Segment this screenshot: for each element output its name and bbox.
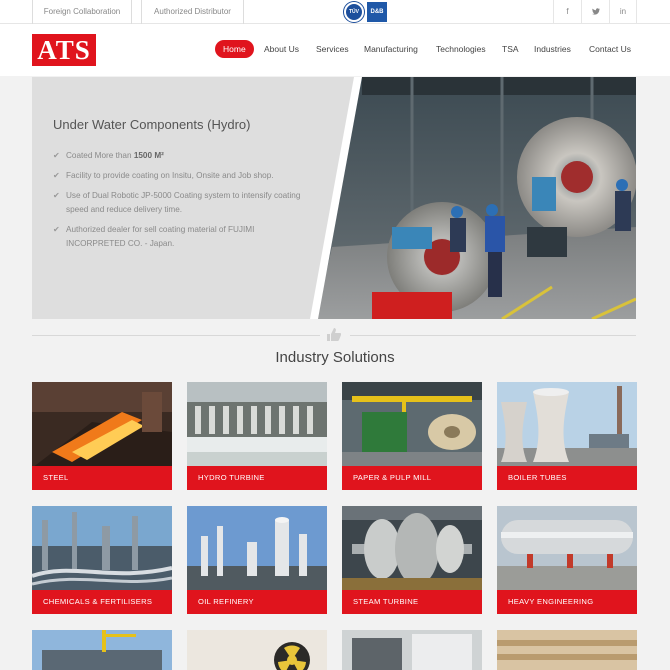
hero-bullet: ✔ Facility to provide coating on Insitu, … bbox=[53, 169, 313, 183]
hero-slider: Under Water Components (Hydro) ✔ Coated M… bbox=[32, 77, 636, 319]
steel-image bbox=[32, 382, 172, 468]
corrugated-image bbox=[497, 630, 637, 670]
nav-contact-us[interactable]: Contact Us bbox=[589, 40, 631, 58]
linkedin-icon[interactable]: in bbox=[609, 0, 637, 24]
section-divider-right bbox=[350, 335, 636, 336]
industry-tile-hydro-turbine[interactable]: HYDRO TURBINE bbox=[187, 382, 327, 490]
check-icon: ✔ bbox=[53, 225, 60, 234]
industry-tile-partial[interactable] bbox=[187, 630, 327, 670]
industry-label: STEAM TURBINE bbox=[342, 590, 482, 614]
machinery-image bbox=[342, 630, 482, 670]
hero-title: Under Water Components (Hydro) bbox=[53, 117, 251, 132]
thumbs-up-icon bbox=[326, 328, 342, 342]
industry-tile-partial[interactable] bbox=[32, 630, 172, 670]
industry-tile-steel[interactable]: STEEL bbox=[32, 382, 172, 490]
industry-label: PAPER & PULP MILL bbox=[342, 466, 482, 490]
industry-tile-oil-refinery[interactable]: OIL REFINERY bbox=[187, 506, 327, 614]
ats-logo[interactable]: ATS bbox=[32, 34, 96, 66]
offshore-rig-image bbox=[32, 630, 172, 670]
check-icon: ✔ bbox=[53, 171, 60, 180]
industry-tile-heavy-engineering[interactable]: HEAVY ENGINEERING bbox=[497, 506, 637, 614]
steam-turbine-image bbox=[342, 506, 482, 592]
nav-tsa[interactable]: TSA bbox=[502, 40, 519, 58]
hero-bullet: ✔ Coated More than 1500 M² bbox=[53, 149, 313, 163]
industry-tile-partial[interactable] bbox=[342, 630, 482, 670]
industry-label: BOILER TUBES bbox=[497, 466, 637, 490]
nav-industries[interactable]: Industries bbox=[534, 40, 571, 58]
check-icon: ✔ bbox=[53, 191, 60, 200]
chemical-plant-image bbox=[32, 506, 172, 592]
heavy-engineering-image bbox=[497, 506, 637, 592]
hero-bullet-list: ✔ Coated More than 1500 M² ✔ Facility to p… bbox=[53, 149, 313, 257]
nav-services[interactable]: Services bbox=[316, 40, 349, 58]
industry-tile-paper-pulp-mill[interactable]: PAPER & PULP MILL bbox=[342, 382, 482, 490]
paper-mill-image bbox=[342, 382, 482, 468]
site-header: ATS Home About Us Services Manufacturing… bbox=[0, 24, 670, 76]
industry-tile-steam-turbine[interactable]: STEAM TURBINE bbox=[342, 506, 482, 614]
facebook-icon[interactable]: f bbox=[553, 0, 581, 24]
nav-about-us[interactable]: About Us bbox=[264, 40, 299, 58]
industry-label: HEAVY ENGINEERING bbox=[497, 590, 637, 614]
hero-bullet: ✔ Authorized dealer for sell coating mate… bbox=[53, 225, 255, 248]
hero-bullet: ✔ Use of Dual Robotic JP-5000 Coating sys… bbox=[53, 191, 301, 214]
industry-tile-partial[interactable] bbox=[497, 630, 637, 670]
nuclear-image bbox=[187, 630, 327, 670]
industry-label: CHEMICALS & FERTILISERS bbox=[32, 590, 172, 614]
industry-tile-boiler-tubes[interactable]: BOILER TUBES bbox=[497, 382, 637, 490]
authorized-distributor-link[interactable]: Authorized Distributor bbox=[141, 0, 244, 24]
twitter-icon[interactable] bbox=[581, 0, 609, 24]
industry-solutions-heading: Industry Solutions bbox=[275, 349, 395, 366]
foreign-collaboration-link[interactable]: Foreign Collaboration bbox=[32, 0, 132, 24]
nav-home[interactable]: Home bbox=[215, 40, 254, 58]
nav-manufacturing[interactable]: Manufacturing bbox=[364, 40, 418, 58]
industry-label: STEEL bbox=[32, 466, 172, 490]
industry-tile-chemicals-fertilisers[interactable]: CHEMICALS & FERTILISERS bbox=[32, 506, 172, 614]
hydro-dam-image bbox=[187, 382, 327, 468]
check-icon: ✔ bbox=[53, 151, 60, 160]
top-bar: Foreign Collaboration Authorized Distrib… bbox=[0, 0, 670, 24]
cooling-towers-image bbox=[497, 382, 637, 468]
nav-technologies[interactable]: Technologies bbox=[436, 40, 486, 58]
oil-refinery-image bbox=[187, 506, 327, 592]
section-divider-left bbox=[32, 335, 320, 336]
industry-label: HYDRO TURBINE bbox=[187, 466, 327, 490]
dnb-certification-logo: D&B bbox=[367, 2, 387, 22]
industry-label: OIL REFINERY bbox=[187, 590, 327, 614]
tuv-certification-logo: TÜV bbox=[344, 2, 364, 22]
